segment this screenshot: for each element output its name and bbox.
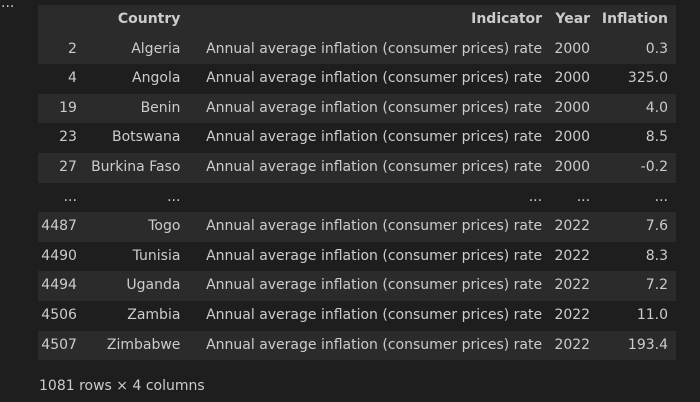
row-index-cell: 4507	[41, 336, 77, 353]
table-row: 4490 Tunisia Annual average inflation (con…	[38, 241, 676, 272]
country-cell: Angola	[132, 70, 181, 87]
indicator-cell: Annual average inflation (consumer price…	[206, 129, 543, 146]
inflation-cell: 193.4	[627, 336, 668, 353]
country-cell: Uganda	[126, 277, 181, 294]
row-index-cell: 4506	[41, 306, 77, 323]
year-cell: ...	[576, 188, 591, 205]
country-cell: ...	[167, 188, 181, 205]
inflation-header: Inflation	[601, 11, 668, 27]
country-cell: Botswana	[111, 129, 181, 146]
country-cell: Benin	[140, 99, 181, 116]
country-header: Country	[117, 11, 181, 27]
indicator-cell: Annual average inflation (consumer price…	[206, 218, 543, 235]
indicator-cell: Annual average inflation (consumer price…	[206, 336, 543, 353]
year-cell: 2022	[554, 277, 591, 294]
indicator-cell: Annual average inflation (consumer price…	[206, 247, 543, 264]
table-row: 4494 Uganda Annual average inflation (cons…	[38, 271, 676, 301]
year-cell: 2000	[554, 158, 591, 175]
table-row: 19 Benin Annual average inflation (consume…	[38, 93, 676, 124]
country-cell: Algeria	[131, 40, 181, 57]
table-row: 23 Botswana Annual average inflation (cons…	[38, 123, 676, 153]
inflation-cell: 7.6	[645, 218, 668, 235]
indicator-cell: Annual average inflation (consumer price…	[206, 99, 543, 116]
year-cell: 2022	[554, 247, 591, 264]
table-header-row: Country Indicator Year Inflation	[38, 5, 676, 35]
country-cell: Togo	[148, 218, 181, 235]
country-cell: Burkina Faso	[91, 158, 181, 175]
inflation-cell: -0.2	[640, 158, 668, 175]
row-index-cell: ...	[63, 188, 77, 205]
year-cell: 2000	[554, 40, 591, 57]
index-header	[38, 5, 85, 35]
inflation-cell: 8.3	[645, 247, 668, 264]
country-cell: Zambia	[127, 306, 181, 323]
table-row: ...............	[38, 182, 676, 213]
row-index-cell: 2	[68, 40, 77, 57]
table-row: 27 Burkina Faso Annual average inflation (…	[38, 152, 676, 183]
indicator-cell: Annual average inflation (consumer price…	[206, 158, 543, 175]
indicator-cell: Annual average inflation (consumer price…	[206, 277, 543, 294]
row-index-cell: 4490	[41, 247, 77, 264]
inflation-cell: 8.5	[645, 129, 668, 146]
indicator-cell: Annual average inflation (consumer price…	[206, 70, 543, 87]
table-summary: 1081 rows × 4 columns	[39, 378, 205, 394]
inflation-cell: 0.3	[645, 40, 668, 57]
table-row: 4487 Togo Annual average inflation (consum…	[38, 212, 676, 242]
indicator-cell: Annual average inflation (consumer price…	[206, 40, 543, 57]
row-index-cell: 4494	[41, 277, 77, 294]
year-cell: 2022	[554, 336, 591, 353]
table-row: 4507 Zimbabwe Annual average inflation (co…	[38, 330, 676, 361]
indicator-header: Indicator	[471, 11, 543, 27]
inflation-cell: 325.0	[627, 70, 668, 87]
table-body: 2 Algeria Annual average inflation (consum…	[38, 34, 676, 361]
row-index-cell: 19	[59, 99, 77, 116]
year-cell: 2000	[554, 129, 591, 146]
inflation-cell: ...	[654, 188, 668, 205]
row-index-cell: 27	[59, 158, 77, 175]
row-index-cell: 4	[68, 70, 77, 87]
year-cell: 2022	[554, 218, 591, 235]
inflation-cell: 4.0	[645, 99, 668, 116]
dataframe-table: Country Indicator Year Inflation 2 Algeria An…	[38, 5, 676, 361]
year-cell: 2022	[554, 306, 591, 323]
table-row: 4 Angola Annual average inflation (consume…	[38, 64, 676, 94]
inflation-cell: 7.2	[645, 277, 668, 294]
table-row: 2 Algeria Annual average inflation (consum…	[38, 34, 676, 65]
row-index-cell: 23	[59, 129, 77, 146]
country-cell: Tunisia	[132, 247, 181, 264]
row-index-cell: 4487	[41, 218, 77, 235]
year-cell: 2000	[554, 70, 591, 87]
country-cell: Zimbabwe	[106, 336, 181, 353]
inflation-cell: 11.0	[636, 306, 668, 323]
indicator-cell: Annual average inflation (consumer price…	[206, 306, 543, 323]
more-options-icon[interactable]: ···	[1, 0, 14, 14]
year-header: Year	[555, 11, 591, 27]
indicator-cell: ...	[528, 188, 543, 205]
table-row: 4506 Zambia Annual average inflation (cons…	[38, 300, 676, 331]
year-cell: 2000	[554, 99, 591, 116]
